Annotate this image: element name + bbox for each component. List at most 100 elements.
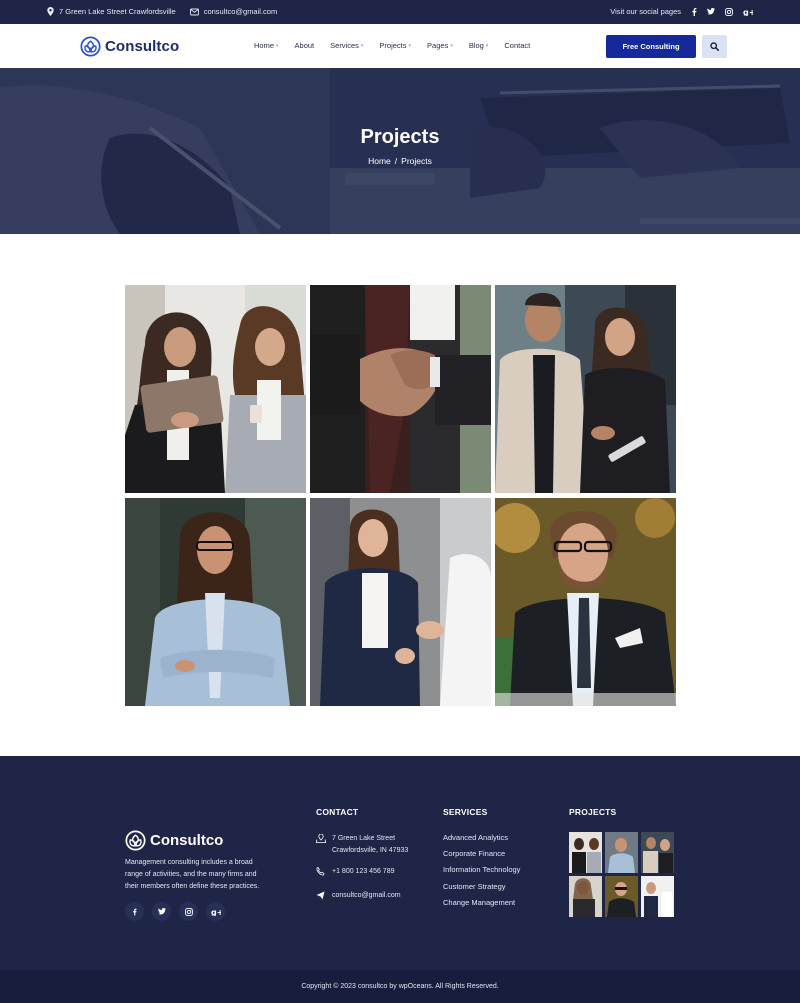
nav-label: About bbox=[294, 41, 315, 50]
project-thumbnail-image bbox=[641, 876, 674, 917]
service-link[interactable]: Advanced Analytics bbox=[443, 833, 520, 849]
footer-projects-grid bbox=[569, 832, 674, 917]
brand-name: Consultco bbox=[105, 38, 180, 55]
contact-email: consultco@gmail.com bbox=[316, 890, 408, 905]
nav-projects[interactable]: Projects ▾ bbox=[379, 41, 411, 50]
project-thumbnail[interactable] bbox=[569, 876, 602, 917]
chevron-down-icon: ▾ bbox=[485, 42, 489, 49]
facebook-icon[interactable] bbox=[691, 7, 697, 16]
location-pin-icon bbox=[47, 7, 54, 16]
contact-list: 7 Green Lake Street Crawfordsville, IN 4… bbox=[315, 833, 409, 914]
hero-overlay bbox=[0, 68, 800, 234]
project-thumbnail[interactable] bbox=[569, 832, 602, 873]
google-plus-link[interactable]: g+ bbox=[206, 902, 225, 921]
main-header: Consultco Home ▾ About Services ▾ Projects… bbox=[0, 24, 800, 68]
footer-brand-name: Consultco bbox=[150, 832, 224, 849]
topbar-address: 7 Green Lake Street Crawfordsville bbox=[59, 7, 176, 16]
nav-label: Contact bbox=[504, 41, 531, 50]
instagram-icon[interactable] bbox=[725, 7, 733, 16]
contact-address-line1: 7 Green Lake Street bbox=[332, 835, 396, 842]
service-link[interactable]: Information Technology bbox=[443, 865, 520, 881]
instagram-icon bbox=[184, 907, 193, 916]
send-icon bbox=[316, 891, 325, 900]
breadcrumb-separator: / bbox=[394, 156, 398, 166]
project-thumbnail[interactable] bbox=[641, 876, 674, 917]
chevron-down-icon: ▾ bbox=[360, 42, 364, 49]
breadcrumb: Home / Projects bbox=[0, 156, 800, 166]
nav-label: Blog bbox=[468, 41, 484, 50]
nav-contact[interactable]: Contact bbox=[504, 41, 530, 50]
social-label: Visit our social pages bbox=[610, 7, 681, 16]
contact-address-line2: Crawfordsville, IN 47933 bbox=[332, 847, 409, 854]
project-tile[interactable] bbox=[310, 285, 491, 493]
chevron-down-icon: ▾ bbox=[276, 42, 279, 49]
contact-phone-value[interactable]: +1 800 123 456 789 bbox=[332, 866, 394, 881]
project-image bbox=[495, 498, 676, 706]
nav-label: Services bbox=[330, 41, 359, 50]
contact-phone: +1 800 123 456 789 bbox=[316, 866, 408, 881]
instagram-link[interactable] bbox=[179, 902, 198, 921]
project-image bbox=[310, 285, 491, 493]
search-button[interactable] bbox=[702, 35, 727, 58]
project-tile[interactable] bbox=[125, 498, 306, 706]
project-image bbox=[125, 498, 306, 706]
project-thumbnail[interactable] bbox=[641, 832, 674, 873]
project-image bbox=[495, 285, 676, 493]
search-icon bbox=[710, 42, 719, 51]
nav-home[interactable]: Home ▾ bbox=[254, 41, 279, 50]
footer-logo[interactable]: Consultco bbox=[125, 830, 223, 851]
project-thumbnail[interactable] bbox=[605, 876, 638, 917]
twitter-icon bbox=[157, 908, 166, 915]
nav-label: Projects bbox=[379, 41, 407, 50]
nav-label: Home bbox=[254, 41, 275, 50]
consultco-logo-icon bbox=[80, 36, 101, 57]
project-tile[interactable] bbox=[310, 498, 491, 706]
service-link[interactable]: Change Management bbox=[443, 898, 520, 914]
facebook-icon bbox=[133, 908, 137, 915]
page-title: Projects bbox=[360, 126, 440, 148]
main-nav: Home ▾ About Services ▾ Projects ▾ Pages ▾ B… bbox=[254, 41, 530, 50]
breadcrumb-home[interactable]: Home bbox=[368, 156, 391, 166]
nav-pages[interactable]: Pages ▾ bbox=[427, 41, 453, 50]
footer-social-links: g+ bbox=[125, 902, 225, 921]
brand-logo[interactable]: Consultco bbox=[80, 36, 179, 57]
projects-gallery bbox=[125, 285, 676, 706]
facebook-link[interactable] bbox=[125, 902, 144, 921]
topbar-email[interactable]: consultco@gmail.com bbox=[204, 7, 277, 16]
project-tile[interactable] bbox=[125, 285, 306, 493]
map-icon bbox=[315, 833, 327, 843]
projects-heading: PROJECTS bbox=[569, 807, 617, 817]
project-image bbox=[125, 285, 306, 493]
project-tile[interactable] bbox=[495, 498, 676, 706]
svg-text:g+: g+ bbox=[211, 908, 221, 916]
chevron-down-icon: ▾ bbox=[408, 42, 412, 49]
phone-icon bbox=[316, 866, 325, 876]
nav-blog[interactable]: Blog ▾ bbox=[469, 41, 489, 50]
twitter-link[interactable] bbox=[152, 902, 171, 921]
breadcrumb-current: Projects bbox=[401, 156, 432, 166]
twitter-icon[interactable] bbox=[707, 8, 715, 15]
contact-heading: CONTACT bbox=[316, 807, 359, 817]
free-consulting-button[interactable]: Free Consulting bbox=[606, 35, 696, 58]
nav-about[interactable]: About bbox=[295, 41, 315, 50]
project-thumbnail-image bbox=[641, 832, 674, 873]
contact-address: 7 Green Lake Street Crawfordsville, IN 4… bbox=[315, 833, 409, 857]
google-plus-icon[interactable]: g+ bbox=[743, 8, 753, 16]
service-link[interactable]: Corporate Finance bbox=[443, 849, 520, 865]
project-thumbnail-image bbox=[605, 832, 638, 873]
svg-text:g+: g+ bbox=[743, 8, 753, 16]
project-thumbnail-image bbox=[605, 876, 638, 917]
copyright-text: Copyright © 2023 consultco by wpOceans. … bbox=[301, 983, 499, 990]
footer-description: Management consulting includes a broad r… bbox=[125, 859, 260, 890]
nav-services[interactable]: Services ▾ bbox=[330, 41, 363, 50]
services-heading: SERVICES bbox=[443, 807, 488, 817]
nav-label: Pages bbox=[427, 41, 449, 50]
site-footer: Consultco Management consulting includes… bbox=[0, 756, 800, 970]
contact-email-value[interactable]: consultco@gmail.com bbox=[332, 890, 401, 905]
top-bar: 7 Green Lake Street Crawfordsville consu… bbox=[0, 0, 800, 24]
project-thumbnail[interactable] bbox=[605, 832, 638, 873]
service-link[interactable]: Customer Strategy bbox=[443, 882, 520, 898]
project-tile[interactable] bbox=[495, 285, 676, 493]
services-list: Advanced Analytics Corporate Finance Inf… bbox=[443, 833, 520, 914]
project-thumbnail-image bbox=[569, 832, 602, 873]
